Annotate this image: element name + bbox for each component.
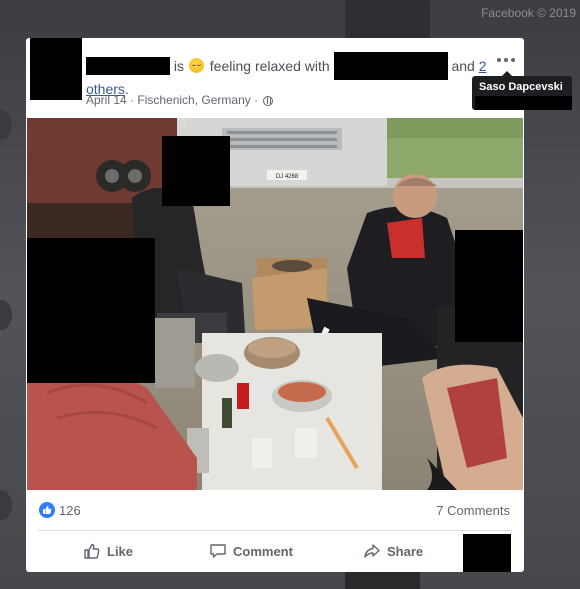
redacted-face [27,238,155,383]
like-count[interactable]: 126 [59,503,81,518]
thumbs-up-icon [84,543,100,559]
redacted-tooltip-detail [475,96,572,110]
background-photo-strip [345,0,430,38]
dot-icon [511,58,515,62]
comment-button-label: Comment [233,543,293,559]
post-header-text: is feeling relaxed with and 2 others. [86,52,496,98]
copyright-text: Facebook © 2019 [481,6,576,20]
redacted-face [455,230,523,342]
status-is: is [173,58,185,74]
feeling-text: feeling relaxed with [209,58,330,74]
meta-separator: · [130,93,135,107]
dot-icon [504,58,508,62]
share-button[interactable]: Share [363,539,423,563]
post-photo[interactable]: DJ 4268 [27,118,523,490]
share-button-label: Share [387,543,424,559]
redacted-tagged-friend[interactable] [333,52,448,80]
share-arrow-icon [364,544,380,558]
redacted-avatar [463,534,511,572]
meta-separator: · [254,93,259,107]
post-date[interactable]: April 14 [86,93,127,107]
post-location[interactable]: Fischenich, Germany [137,93,250,107]
redacted-author-name [86,57,170,75]
comment-bubble-icon [210,544,226,558]
like-button-label: Like [107,543,134,559]
dot-icon [497,58,501,62]
globe-icon[interactable] [263,96,274,106]
reaction-stats-bar: 126 7 Comments [26,490,524,528]
like-reaction-icon[interactable] [39,502,55,518]
tooltip-name: Saso Dapcevski [479,81,563,93]
divider [38,530,512,531]
background-photo-strip [345,572,420,589]
post-card: is feeling relaxed with and 2 others. Ap… [26,38,524,572]
redacted-avatar [30,38,82,100]
license-plate-text: DJ 4268 [276,174,299,180]
redacted-face [162,136,230,206]
comments-count-link[interactable]: 7 Comments [436,503,510,518]
post-meta: April 14 · Fischenich, Germany · [86,93,274,107]
others-count-link[interactable]: 2 [479,58,487,74]
post-actions-bar: Like Comment Share [26,534,524,572]
comment-button[interactable]: Comment [209,539,293,563]
relieved-emoji-icon [188,58,204,73]
like-button[interactable]: Like [83,539,133,563]
post-options-button[interactable] [495,53,517,67]
and-text: and [451,58,475,74]
